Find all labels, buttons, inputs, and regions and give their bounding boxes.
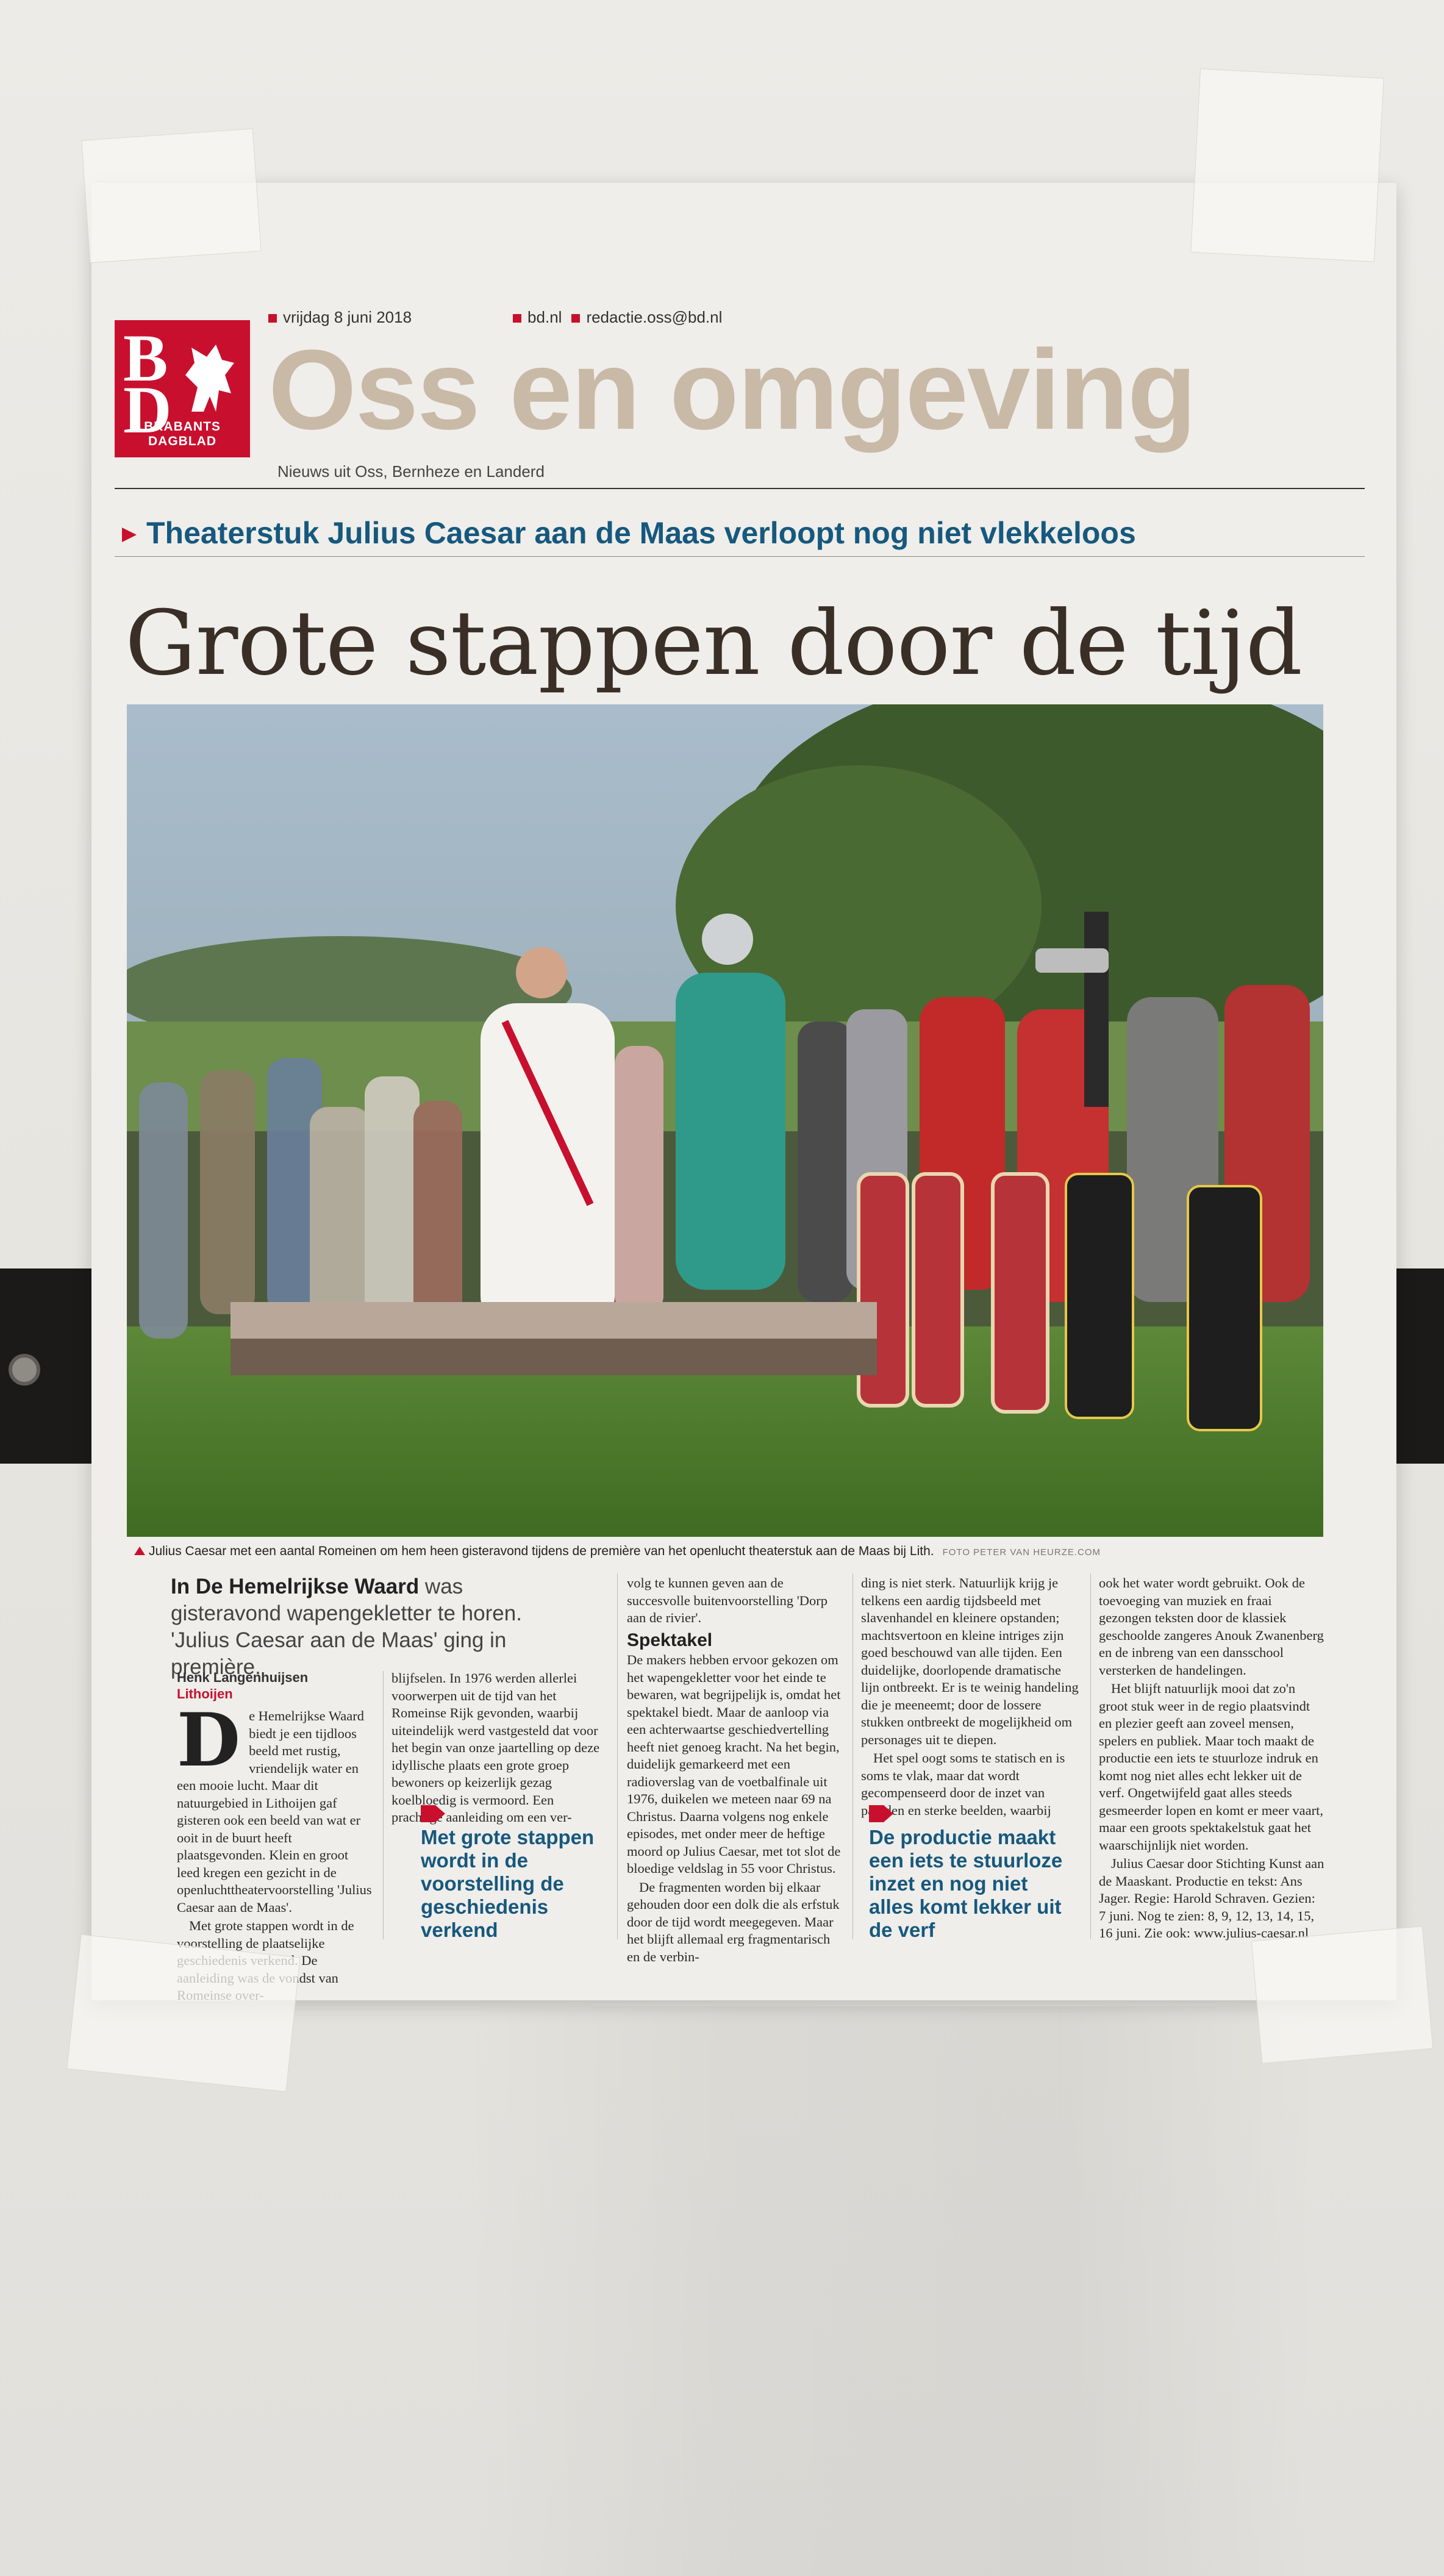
tape: [1190, 68, 1384, 262]
column-5: ook het water wordt gebruikt. Ook de toe…: [1099, 1575, 1324, 1941]
column-2: blijfselen. In 1976 werden allerlei voor…: [391, 1670, 600, 1825]
column-divider: [1090, 1573, 1091, 1939]
column-divider: [383, 1671, 384, 1939]
tape: [81, 128, 262, 263]
photo-caption: Julius Caesar met een aantal Romeinen om…: [134, 1544, 1329, 1559]
pull-quote-1: Met grote stappen wordt in de voorstelli…: [421, 1805, 616, 1942]
kicker-arrow-icon: [122, 528, 137, 542]
brabants-dagblad-logo: BD BRABANTS DAGBLAD: [115, 320, 250, 457]
tape: [66, 1934, 301, 2092]
author: Henk Langenhuijsen: [177, 1670, 309, 1685]
article-photo: [127, 704, 1323, 1537]
tape: [1251, 1926, 1434, 2064]
column-4: ding is niet sterk. Natuurlijk krijg je …: [861, 1575, 1079, 1818]
caption-arrow-icon: [134, 1547, 145, 1555]
divider: [115, 488, 1365, 489]
dropcap: D: [177, 1697, 241, 1783]
article-kicker: Theaterstuk Julius Caesar aan de Maas ve…: [146, 516, 1136, 550]
quote-arrow-icon: [869, 1805, 893, 1822]
section-subtitle: Nieuws uit Oss, Bernheze en Landerd: [277, 462, 545, 481]
quote-arrow-icon: [421, 1805, 445, 1822]
shadow: [463, 2006, 1317, 2576]
subhead: Spektakel: [627, 1630, 713, 1650]
column-3: volg te kunnen geven aan de succesvolle …: [627, 1575, 843, 1967]
newspaper-page: vrijdag 8 juni 2018 bd.nl redactie.oss@b…: [91, 183, 1396, 2003]
section-title: Oss en omgeving: [268, 327, 1196, 453]
lion-icon: [185, 345, 234, 412]
column-divider: [617, 1573, 618, 1939]
pull-quote-2: De productie maakt een iets te stuurloze…: [869, 1805, 1076, 1942]
divider: [115, 556, 1365, 557]
column-divider: [852, 1573, 853, 1939]
article-headline: Grote stappen door de tijd: [125, 592, 1303, 695]
screw-icon: [9, 1354, 40, 1386]
photo-credit: FOTO PETER VAN HEURZE.COM: [942, 1547, 1101, 1558]
article-intro: In De Hemelrijkse Waard was gisteravond …: [171, 1575, 522, 1679]
